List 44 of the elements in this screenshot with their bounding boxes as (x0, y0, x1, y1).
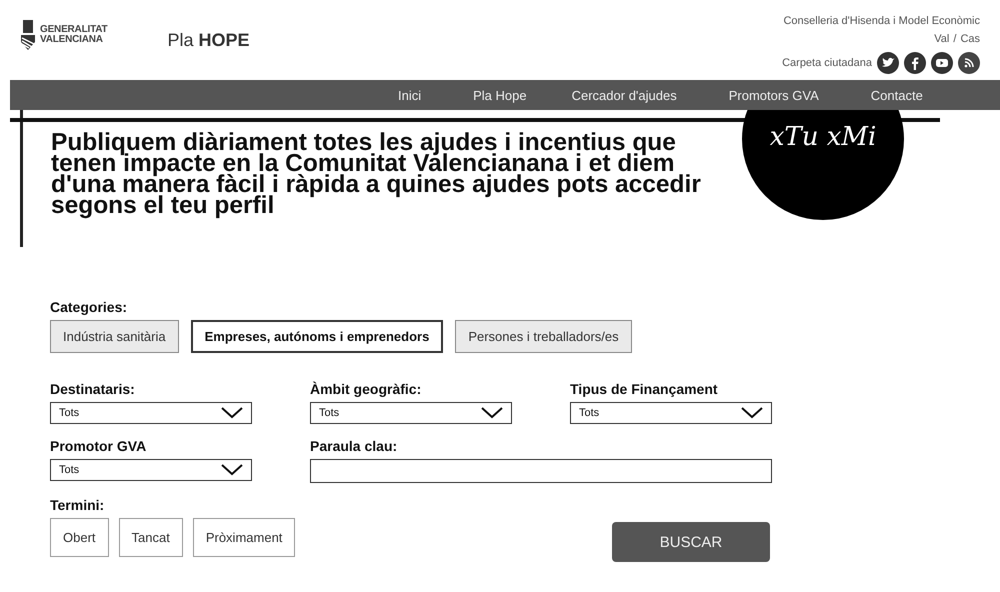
nav-link[interactable]: Promotors GVA (728, 88, 819, 102)
keyword-field[interactable] (310, 459, 772, 483)
term-button[interactable]: Tancat (118, 518, 183, 557)
separator: / (953, 32, 956, 47)
field-label: Promotor GVA (50, 438, 148, 454)
logo-text: GENERALITAT (40, 25, 108, 35)
field-label: Àmbit geogràfic: (310, 381, 422, 397)
nav-link[interactable]: Cercador d'ajudes (572, 88, 677, 102)
logo-text: VALENCIANA (40, 35, 104, 45)
language-link[interactable]: Cas (960, 30, 980, 48)
language-link[interactable]: Val (934, 30, 950, 48)
nav-link[interactable]: Pla Hope (473, 88, 527, 102)
category-button[interactable]: Persones i treballadors/es (455, 320, 632, 353)
chevron-down-icon (741, 407, 763, 419)
term-button[interactable]: Obert (50, 518, 109, 557)
field-label: Categories: (50, 299, 128, 315)
chevron-down-icon (221, 407, 243, 419)
dropdown[interactable]: Tots (570, 402, 772, 424)
chevron-down-icon (481, 407, 503, 419)
youtube-icon[interactable] (931, 52, 953, 74)
chevron-down-icon (221, 464, 243, 476)
field-label: Paraula clau: (310, 438, 398, 454)
badge-text: xTu xMi (770, 123, 876, 151)
dropdown[interactable]: Tots (50, 402, 252, 424)
field-label: Destinataris: (50, 381, 136, 397)
citizen-folder-link[interactable]: Carpeta ciutadana (782, 54, 872, 72)
field-label: Termini: (50, 497, 106, 513)
dropdown[interactable]: Tots (50, 459, 252, 481)
crest-icon (20, 20, 36, 50)
site-title[interactable]: Pla HOPE (167, 30, 250, 51)
category-button[interactable]: Indústria sanitària (50, 320, 179, 353)
term-button[interactable]: Pròximament (192, 518, 296, 557)
search-button[interactable]: BUSCAR (612, 522, 770, 562)
category-button[interactable]: Empreses, autónoms i emprenedors (190, 320, 444, 353)
headline: Publiquem diàriament totes les ajudes i incentius que tenen impacte en la Comunitat Valencianana i et diem d'una manera fàcil i ràpida a quines ajudes pots accedir segons el teu perfil (51, 128, 702, 216)
department-link[interactable]: Conselleria d'Hisenda i Model Econòmic (783, 12, 980, 30)
field-label: Tipus de Finançament (570, 381, 719, 397)
rss-icon[interactable] (958, 52, 980, 74)
twitter-icon[interactable] (877, 52, 899, 74)
generalitat-logo[interactable]: GENERALITAT VALENCIANA (20, 20, 108, 50)
facebook-icon[interactable] (904, 52, 926, 74)
nav-link[interactable]: Contacte (870, 88, 923, 102)
nav-link[interactable]: Inici (398, 88, 422, 102)
dropdown[interactable]: Tots (310, 402, 512, 424)
